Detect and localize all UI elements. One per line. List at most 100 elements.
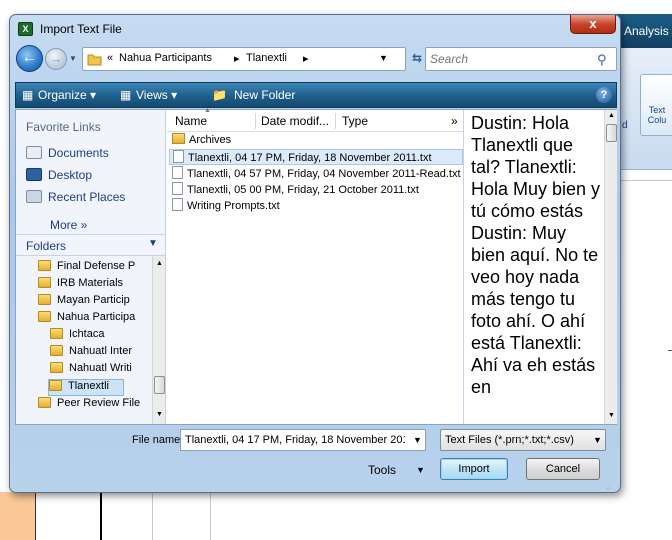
help-icon[interactable]: ? <box>596 87 612 103</box>
excel-icon: X <box>18 22 33 36</box>
import-button[interactable]: Import <box>440 458 508 480</box>
tree-item-tlanextli[interactable]: Tlanextli <box>48 379 124 396</box>
favorite-recent-places[interactable]: Recent Places <box>26 190 125 204</box>
favorite-label: Recent Places <box>48 190 126 204</box>
tools-button[interactable]: Tools ▼ <box>366 461 430 481</box>
tree-item-irb-materials[interactable]: IRB Materials <box>38 277 150 294</box>
favorite-links-header: Favorite Links <box>26 120 101 134</box>
grid-tick <box>668 350 672 351</box>
breadcrumb-nahua-participants[interactable]: Nahua Participants <box>119 52 212 64</box>
tree-item-mayan-participants[interactable]: Mayan Particip <box>38 294 150 311</box>
favorite-documents[interactable]: Documents <box>26 146 109 160</box>
organize-icon: ▦ <box>22 88 34 102</box>
folder-tree: Final Defense P IRB Materials Mayan Part… <box>16 256 152 424</box>
command-toolbar: ▦ Organize ▾ ▦ Views ▾ 📁 New Folder ? <box>15 82 617 108</box>
file-row-selected[interactable]: Tlanextli, 04 17 PM, Friday, 18 November… <box>169 149 463 165</box>
scrollbar-thumb[interactable] <box>154 376 165 394</box>
column-name[interactable]: Name <box>175 114 207 128</box>
tree-item-final-defense[interactable]: Final Defense P <box>38 260 150 277</box>
file-row[interactable]: Writing Prompts.txt <box>169 198 463 214</box>
tree-item-label: IRB Materials <box>57 277 124 289</box>
folder-icon <box>38 260 51 271</box>
views-label: Views <box>136 88 168 102</box>
back-button[interactable]: ← <box>16 45 43 72</box>
forward-button[interactable]: → <box>45 48 67 70</box>
favorite-desktop[interactable]: Desktop <box>26 168 92 182</box>
grid-line <box>210 492 211 540</box>
file-name-value[interactable]: Tlanextli, 04 17 PM, Friday, 18 November… <box>185 434 405 446</box>
organize-button[interactable]: Organize ▾ <box>38 88 96 102</box>
resize-grip-icon[interactable]: ⁘ <box>606 485 616 493</box>
navigation-pane: Favorite Links Documents Desktop Recent … <box>16 110 166 424</box>
chevron-down-icon[interactable]: ▼ <box>593 435 602 445</box>
text-file-icon <box>172 198 183 211</box>
grid-line <box>618 180 672 181</box>
organize-label: Organize <box>38 88 87 102</box>
tree-item-nahuatl-writing[interactable]: Nahuatl Writi <box>50 362 150 379</box>
cancel-button[interactable]: Cancel <box>526 458 600 480</box>
tree-item-ichtaca[interactable]: Ichtaca <box>50 328 150 345</box>
file-row-archives[interactable]: Archives <box>169 133 463 149</box>
folder-icon <box>38 277 51 288</box>
breadcrumb-overflow[interactable]: « <box>107 52 113 64</box>
search-box[interactable]: ⚲ <box>425 47 617 71</box>
chevron-right-icon[interactable]: ▸ <box>234 52 240 65</box>
tree-item-label: Ichtaca <box>69 328 105 340</box>
preview-scrollbar[interactable]: ▲ ▼ <box>604 110 617 424</box>
tree-scrollbar[interactable]: ▲ ▼ <box>152 256 165 424</box>
text-file-icon <box>172 182 183 195</box>
app-title-fragment: t Analysis <box>618 24 669 38</box>
search-icon[interactable]: ⚲ <box>597 52 607 68</box>
tree-item-nahua-participants[interactable]: Nahua Participa <box>38 311 150 328</box>
tree-item-label: Nahuatl Writi <box>69 362 132 374</box>
text-to-columns-button[interactable]: Text Colu <box>640 74 672 136</box>
search-input[interactable] <box>430 51 590 67</box>
breadcrumb-tlanextli[interactable]: Tlanextli <box>246 52 287 64</box>
column-type[interactable]: Type <box>342 114 368 128</box>
address-bar[interactable]: « Nahua Participants ▸ Tlanextli ▸ ▼ <box>82 47 406 71</box>
chevron-right-icon[interactable]: ▸ <box>303 52 309 65</box>
chevron-down-icon: ▼ <box>416 465 425 475</box>
tree-item-label: Peer Review File <box>57 397 141 409</box>
views-button[interactable]: Views ▾ <box>136 88 177 102</box>
close-button[interactable]: x <box>570 15 616 34</box>
column-divider[interactable] <box>335 113 336 129</box>
highlighted-cell[interactable] <box>0 492 36 540</box>
file-name: Archives <box>189 134 232 146</box>
more-columns-icon[interactable]: » <box>451 114 458 128</box>
address-dropdown-icon[interactable]: ▼ <box>379 53 388 63</box>
scrollbar-thumb[interactable] <box>606 124 617 142</box>
favorite-label: Desktop <box>48 168 93 182</box>
tree-item-label: Tlanextli <box>68 380 109 392</box>
tools-label: Tools <box>368 463 397 477</box>
scroll-down-icon[interactable]: ▼ <box>156 411 163 418</box>
scroll-up-icon[interactable]: ▲ <box>608 112 615 119</box>
chevron-down-icon[interactable]: ▼ <box>148 238 158 249</box>
history-dropdown-icon[interactable]: ▼ <box>69 54 77 63</box>
recent-places-icon <box>26 190 42 203</box>
file-name-combobox[interactable]: Tlanextli, 04 17 PM, Friday, 18 November… <box>180 429 426 451</box>
scroll-down-icon[interactable]: ▼ <box>608 412 615 419</box>
dialog-titlebar: X Import Text File x <box>10 15 620 41</box>
file-list: ▲ Name Date modif... Type » Archives Tla… <box>167 107 463 424</box>
tree-item-nahuatl-interviews[interactable]: Nahuatl Inter <box>50 345 150 362</box>
dialog-title: Import Text File <box>40 22 122 36</box>
refresh-icon[interactable]: ⇆ <box>412 51 422 65</box>
browser-panes: Favorite Links Documents Desktop Recent … <box>15 107 617 425</box>
file-row[interactable]: Tlanextli, 04 57 PM, Friday, 04 November… <box>169 166 463 182</box>
tree-item-label: Nahua Participa <box>57 311 136 323</box>
file-row[interactable]: Tlanextli, 05 00 PM, Friday, 21 October … <box>169 182 463 198</box>
folder-icon <box>38 311 51 322</box>
column-divider[interactable] <box>255 113 256 129</box>
column-headers: ▲ Name Date modif... Type » <box>167 107 463 132</box>
navigation-bar: ← → ▼ « Nahua Participants ▸ Tlanextli ▸… <box>14 45 618 73</box>
file-type-select[interactable]: Text Files (*.prn;*.txt;*.csv) ▼ <box>440 429 606 451</box>
folder-icon <box>87 54 102 66</box>
more-links[interactable]: More » <box>50 218 87 232</box>
new-folder-button[interactable]: New Folder <box>234 88 295 102</box>
tree-item-peer-review[interactable]: Peer Review File <box>38 397 150 409</box>
folders-header[interactable]: Folders ▼ <box>16 234 165 256</box>
column-date-modified[interactable]: Date modif... <box>261 114 329 128</box>
scroll-up-icon[interactable]: ▲ <box>156 260 163 267</box>
cell-border <box>100 492 102 540</box>
